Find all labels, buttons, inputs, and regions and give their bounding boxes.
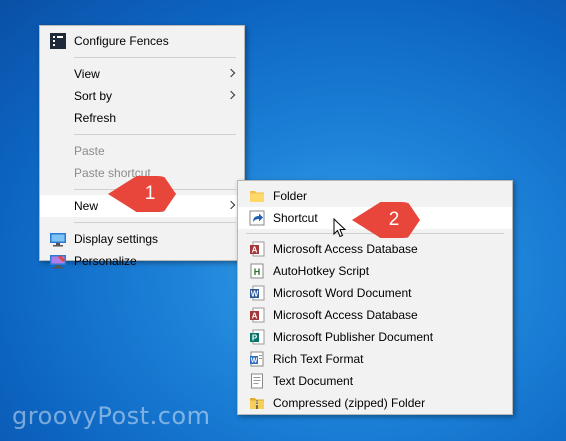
submenu-item-access-database[interactable]: A Microsoft Access Database bbox=[238, 238, 512, 260]
watermark: groovyPost.com bbox=[12, 402, 211, 430]
separator bbox=[74, 134, 236, 135]
submenu-item-compressed-folder[interactable]: Compressed (zipped) Folder bbox=[238, 392, 512, 414]
submenu-item-access-database-2[interactable]: A Microsoft Access Database bbox=[238, 304, 512, 326]
menu-item-label: Microsoft Publisher Document bbox=[273, 330, 434, 344]
chevron-right-icon bbox=[226, 200, 236, 210]
menu-item-personalize[interactable]: Personalize bbox=[40, 250, 244, 272]
separator bbox=[74, 222, 236, 223]
submenu-item-rich-text-format[interactable]: W Rich Text Format bbox=[238, 348, 512, 370]
menu-item-configure-fences[interactable]: Configure Fences bbox=[40, 30, 244, 52]
menu-item-label: Sort by bbox=[74, 89, 113, 103]
submenu-item-text-document[interactable]: Text Document bbox=[238, 370, 512, 392]
personalize-icon bbox=[50, 253, 66, 269]
publisher-icon: P bbox=[249, 329, 265, 345]
submenu-item-publisher-document[interactable]: P Microsoft Publisher Document bbox=[238, 326, 512, 348]
menu-item-label: Paste bbox=[74, 144, 105, 158]
menu-item-label: Shortcut bbox=[273, 211, 318, 225]
menu-item-label: Display settings bbox=[74, 232, 159, 246]
text-document-icon bbox=[249, 373, 265, 389]
menu-item-label: Microsoft Access Database bbox=[273, 242, 418, 256]
callout-number: 2 bbox=[388, 209, 400, 230]
display-settings-icon bbox=[50, 231, 66, 247]
submenu-item-autohotkey-script[interactable]: H AutoHotkey Script bbox=[238, 260, 512, 282]
menu-item-label: AutoHotkey Script bbox=[273, 264, 370, 278]
menu-item-label: View bbox=[74, 67, 100, 81]
zip-folder-icon bbox=[249, 395, 265, 411]
menu-item-label: Folder bbox=[273, 189, 308, 203]
svg-text:H: H bbox=[254, 267, 261, 277]
svg-text:W: W bbox=[251, 358, 258, 365]
wordpad-icon: W bbox=[249, 351, 265, 367]
submenu-item-word-document[interactable]: W Microsoft Word Document bbox=[238, 282, 512, 304]
menu-item-label: Configure Fences bbox=[74, 34, 169, 48]
menu-item-sort-by[interactable]: Sort by bbox=[40, 85, 244, 107]
menu-item-label: Compressed (zipped) Folder bbox=[273, 396, 426, 410]
menu-item-display-settings[interactable]: Display settings bbox=[40, 228, 244, 250]
svg-text:P: P bbox=[252, 334, 258, 343]
menu-item-label: Personalize bbox=[74, 254, 137, 268]
menu-item-label: Microsoft Access Database bbox=[273, 308, 418, 322]
word-icon: W bbox=[249, 285, 265, 301]
svg-text:A: A bbox=[252, 312, 258, 321]
menu-item-label: New bbox=[74, 199, 99, 213]
menu-item-label: Microsoft Word Document bbox=[273, 286, 412, 300]
menu-item-paste: Paste bbox=[40, 140, 244, 162]
svg-text:A: A bbox=[252, 246, 258, 255]
mouse-cursor-icon bbox=[333, 217, 347, 243]
svg-text:W: W bbox=[251, 290, 259, 299]
folder-icon bbox=[249, 188, 265, 204]
access-icon: A bbox=[249, 241, 265, 257]
menu-item-refresh[interactable]: Refresh bbox=[40, 107, 244, 129]
menu-item-view[interactable]: View bbox=[40, 63, 244, 85]
shortcut-icon bbox=[249, 210, 265, 226]
desktop-context-menu: Configure Fences View Sort by Refresh Pa… bbox=[39, 25, 245, 269]
callout-number: 1 bbox=[144, 183, 156, 204]
chevron-right-icon bbox=[226, 68, 236, 78]
autohotkey-icon: H bbox=[249, 263, 265, 279]
access-icon: A bbox=[249, 307, 265, 323]
menu-item-label: Refresh bbox=[74, 111, 117, 125]
chevron-right-icon bbox=[226, 90, 236, 100]
fences-icon bbox=[50, 33, 66, 49]
menu-item-label: Text Document bbox=[273, 374, 354, 388]
submenu-item-folder[interactable]: Folder bbox=[238, 185, 512, 207]
separator bbox=[74, 57, 236, 58]
menu-item-label: Rich Text Format bbox=[273, 352, 364, 366]
